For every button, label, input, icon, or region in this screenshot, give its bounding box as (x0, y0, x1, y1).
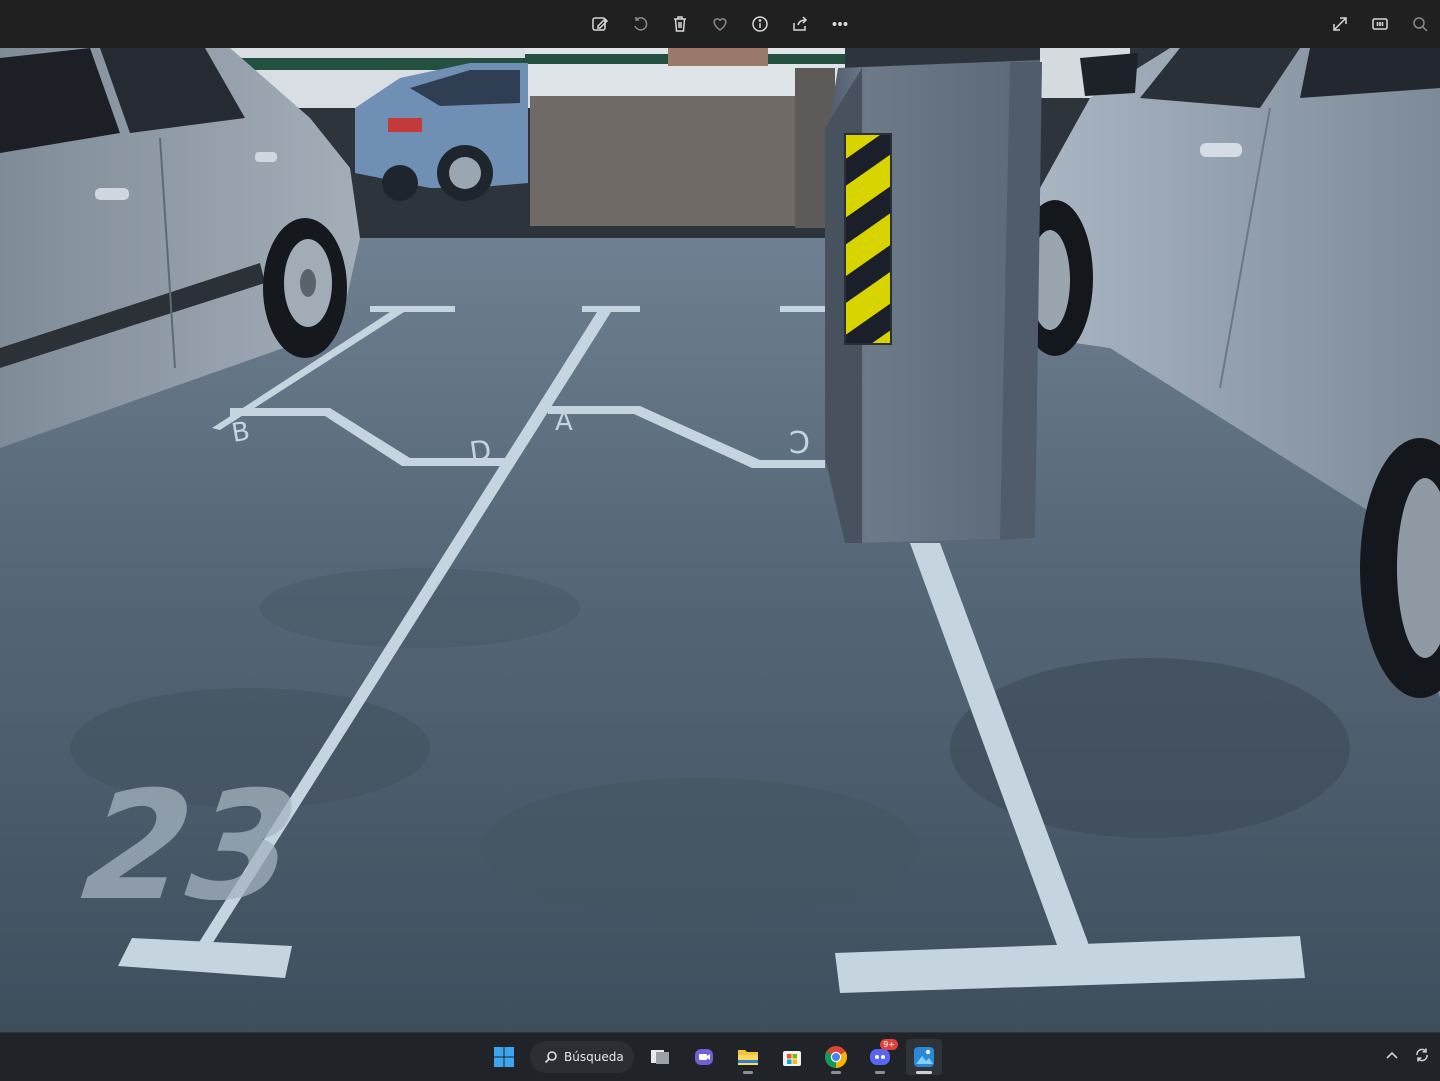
floor-stain (480, 778, 920, 918)
trash-icon (674, 16, 686, 32)
more-button[interactable] (828, 12, 852, 36)
file-explorer-icon (738, 1050, 758, 1065)
chrome-button[interactable] (818, 1039, 854, 1075)
delete-button[interactable] (668, 12, 692, 36)
info-button[interactable] (748, 12, 772, 36)
edit-image-icon (592, 17, 609, 31)
fullscreen-button[interactable] (1328, 12, 1352, 36)
task-view-icon (651, 1050, 669, 1064)
store-button[interactable] (774, 1039, 810, 1075)
parking-scene: B D A C 23 (0, 48, 1440, 1032)
sync-icon[interactable] (1414, 1047, 1430, 1063)
expand-icon (1333, 17, 1347, 31)
chevron-up-icon[interactable] (1384, 1047, 1400, 1063)
zoom-button[interactable] (1408, 12, 1432, 36)
edit-image-button[interactable] (588, 12, 612, 36)
parking-photo: B D A C 23 (0, 48, 1440, 1032)
share-icon (793, 16, 808, 31)
windows-start-icon (494, 1047, 514, 1067)
toolbar-actions (588, 12, 852, 36)
actual-size-button[interactable] (1368, 12, 1392, 36)
more-icon (832, 22, 848, 26)
back-wall-brown (530, 96, 830, 226)
discord-button[interactable]: 9+ (862, 1039, 898, 1075)
photos-button[interactable] (906, 1039, 942, 1075)
system-tray (1384, 1047, 1430, 1063)
store-icon (783, 1051, 801, 1066)
hazard-stripe-sign (845, 134, 891, 344)
windows-taskbar: Búsqueda 9+ (0, 1032, 1440, 1081)
running-indicator (743, 1071, 753, 1074)
photos-icon (914, 1047, 934, 1067)
concrete-pillar (825, 60, 1042, 543)
floor-letter-c: C (789, 423, 810, 458)
photo-viewer-toolbar (0, 0, 1440, 48)
running-indicator (831, 1071, 841, 1074)
running-indicator (875, 1071, 885, 1074)
toolbar-view-controls (1328, 12, 1432, 36)
start-button[interactable] (486, 1039, 522, 1075)
discord-notification-badge: 9+ (880, 1039, 898, 1050)
taskbar-search[interactable]: Búsqueda (530, 1041, 634, 1073)
info-icon (752, 16, 768, 32)
search-icon (544, 1051, 557, 1064)
taskbar-apps: Búsqueda 9+ (486, 1039, 942, 1075)
task-view-button[interactable] (642, 1039, 678, 1075)
teams-button[interactable] (686, 1039, 722, 1075)
floor-letter-d: D (468, 433, 494, 469)
chrome-icon (825, 1046, 847, 1068)
file-explorer-button[interactable] (730, 1039, 766, 1075)
floor-letter-a: A (555, 407, 573, 437)
rotate-icon (634, 17, 648, 31)
favorite-button[interactable] (708, 12, 732, 36)
rotate-button[interactable] (628, 12, 652, 36)
actual-size-icon (1372, 18, 1388, 30)
parking-line-far (780, 306, 830, 312)
teams-icon (695, 1049, 713, 1065)
wall-sign (668, 48, 768, 66)
search-label: Búsqueda (564, 1050, 624, 1064)
zoom-icon (1413, 17, 1428, 32)
share-button[interactable] (788, 12, 812, 36)
active-indicator (916, 1071, 932, 1074)
heart-icon (713, 18, 727, 31)
